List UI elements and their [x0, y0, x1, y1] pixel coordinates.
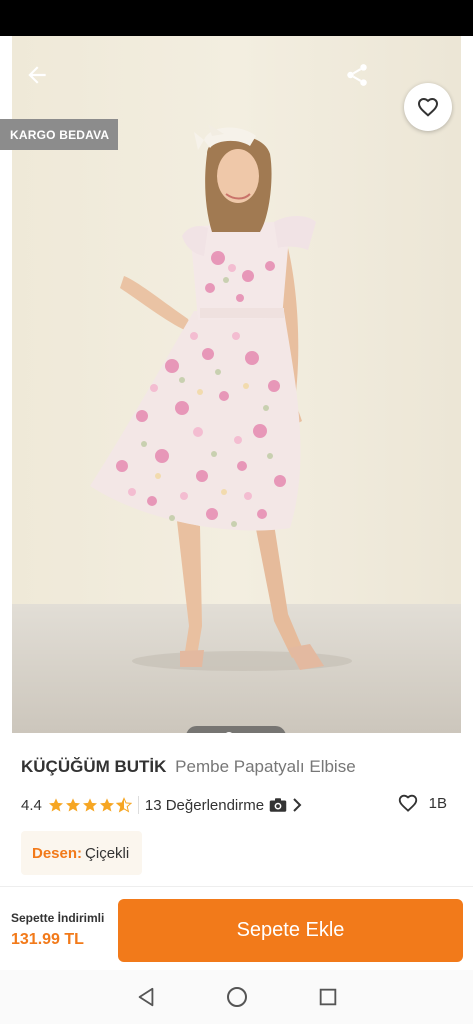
- pattern-attribute-chip[interactable]: Desen: Çiçekli: [21, 831, 142, 875]
- back-button[interactable]: [18, 56, 56, 94]
- reviews-link[interactable]: 13 Değerlendirme: [145, 797, 302, 814]
- rating-score: 4.4: [21, 796, 42, 814]
- star-icon: [99, 798, 114, 812]
- image-pager[interactable]: [186, 726, 286, 733]
- rating-row: 4.4 13 Değerlendirme 1B: [21, 794, 461, 816]
- star-icon: [65, 798, 80, 812]
- system-nav-bar: [0, 970, 473, 1024]
- nav-back-icon[interactable]: [135, 986, 157, 1008]
- nav-recents-icon[interactable]: [317, 986, 339, 1008]
- heart-icon: [417, 97, 439, 117]
- pager-dot-active[interactable]: [224, 731, 234, 733]
- share-icon: [347, 64, 367, 86]
- nav-home-icon[interactable]: [225, 985, 249, 1009]
- chevron-right-icon: [293, 798, 302, 812]
- pattern-value: Çiçekli: [85, 844, 130, 862]
- brand-name[interactable]: KÜÇÜĞÜM BUTİK: [21, 757, 166, 776]
- heart-outline-icon: [398, 794, 417, 812]
- star-half-icon: [115, 797, 132, 813]
- back-arrow-icon: [28, 66, 46, 84]
- product-title: KÜÇÜĞÜM BUTİK Pembe Papatyalı Elbise: [21, 757, 356, 777]
- product-name: Pembe Papatyalı Elbise: [175, 757, 356, 776]
- favorite-button[interactable]: [404, 83, 452, 131]
- share-button[interactable]: [338, 56, 376, 94]
- pattern-key: Desen:: [32, 844, 83, 862]
- rating-stars: [48, 797, 132, 813]
- favorite-count[interactable]: 1B: [397, 792, 447, 814]
- star-icon: [48, 798, 63, 812]
- status-bar: [0, 0, 473, 36]
- price-label: Sepette İndirimli: [11, 911, 105, 925]
- reviews-label: 13 Değerlendirme: [144, 796, 265, 814]
- camera-icon: [269, 798, 287, 812]
- favorite-count-value: 1B: [428, 794, 447, 812]
- price: 131.99 TL: [11, 931, 84, 948]
- add-to-cart-button[interactable]: Sepete Ekle: [118, 899, 463, 962]
- free-shipping-badge: KARGO BEDAVA: [0, 119, 118, 150]
- star-icon: [82, 798, 97, 812]
- add-to-cart-bar: Sepette İndirimli 131.99 TL Sepete Ekle: [0, 886, 473, 970]
